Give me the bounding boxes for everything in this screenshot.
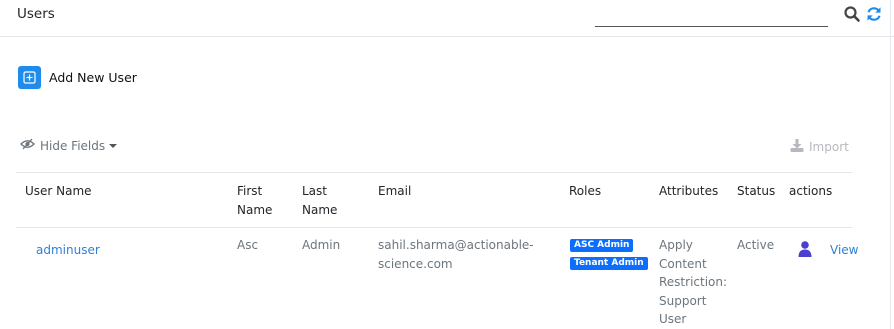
hide-fields-dropdown[interactable]: Hide Fields <box>20 138 118 153</box>
role-badge: ASC Admin <box>570 239 634 252</box>
email-cell: sahil.sharma@actionable- science.com <box>378 238 534 271</box>
view-user-link[interactable]: View <box>830 241 858 260</box>
column-header-user-name[interactable]: User Name <box>25 182 92 201</box>
hide-fields-label: Hide Fields <box>40 138 106 153</box>
download-icon <box>790 139 809 155</box>
attributes-cell: Apply Content Restriction: Support User <box>659 238 728 326</box>
last-name-cell: Admin <box>302 238 341 252</box>
page-title: Users <box>17 6 55 22</box>
search-icon[interactable] <box>843 5 861 23</box>
column-header-last-name[interactable]: Last Name <box>302 182 337 220</box>
column-header-attributes[interactable]: Attributes <box>659 182 718 201</box>
table-header-row: User Name First Name Last Name Email Rol… <box>16 172 852 228</box>
refresh-icon[interactable] <box>865 5 883 23</box>
import-label: Import <box>809 140 849 154</box>
table-row: adminuser Asc Admin sahil.sharma@actiona… <box>16 228 858 329</box>
column-header-email[interactable]: Email <box>378 182 411 201</box>
add-user-button[interactable]: Add New User <box>18 66 137 89</box>
role-badge: Tenant Admin <box>570 257 648 270</box>
user-icon[interactable] <box>798 241 812 263</box>
eye-slash-icon <box>20 138 35 153</box>
caret-down-icon <box>109 143 118 148</box>
column-header-first-name[interactable]: First Name <box>237 182 272 220</box>
user-name-link[interactable]: adminuser <box>36 241 100 260</box>
status-cell: Active <box>737 238 775 252</box>
panel-border <box>890 0 891 329</box>
add-user-label: Add New User <box>49 70 137 85</box>
column-header-roles[interactable]: Roles <box>569 182 601 201</box>
plus-square-icon <box>18 66 41 89</box>
search-input[interactable] <box>595 5 828 27</box>
import-button[interactable]: Import <box>790 139 849 155</box>
roles-cell: ASC Admin Tenant Admin <box>570 238 648 274</box>
page-header: Users <box>0 0 894 37</box>
column-header-status[interactable]: Status <box>737 182 775 201</box>
first-name-cell: Asc <box>237 238 259 252</box>
users-table: User Name First Name Last Name Email Rol… <box>16 172 858 329</box>
column-header-actions: actions <box>789 184 833 198</box>
